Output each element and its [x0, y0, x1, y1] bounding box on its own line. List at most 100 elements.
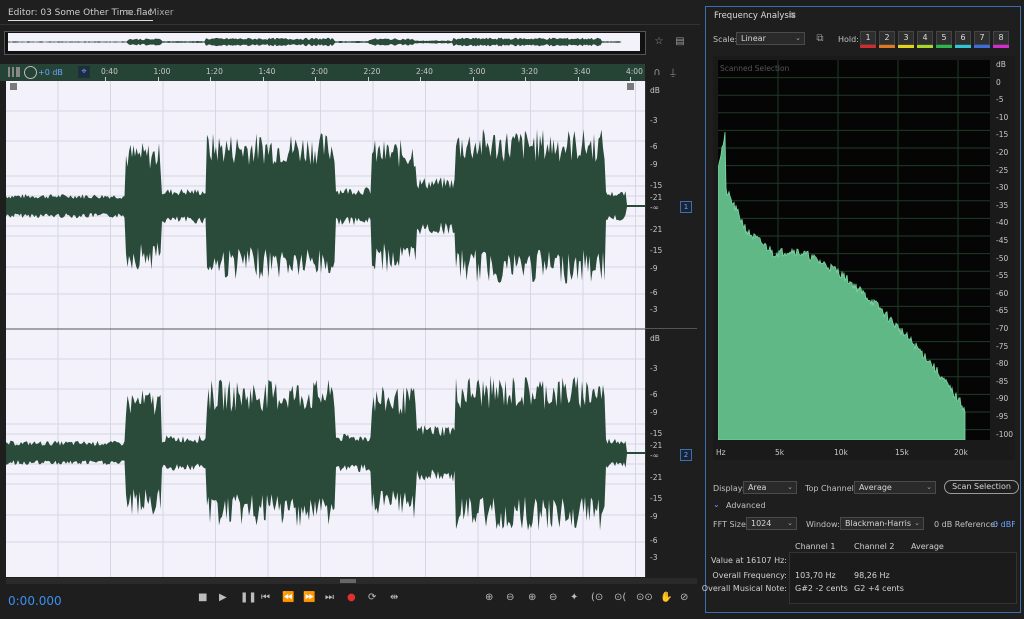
zoom-out-time-icon[interactable]: ⊖: [549, 592, 557, 603]
spectrum-y-label: -60: [996, 288, 1009, 298]
info-table-header: Channel 2: [854, 542, 895, 551]
fft-size-dropdown[interactable]: 1024 ⌄: [746, 517, 797, 530]
db-label: -3: [650, 116, 658, 125]
zoom-in-time-icon[interactable]: ⊕: [528, 592, 536, 603]
db-label: -15: [650, 246, 663, 255]
fade-out-handle: [627, 83, 634, 90]
timeline-tick-mark: [105, 77, 106, 81]
info-table-header: Average: [911, 542, 944, 551]
headphones-icon[interactable]: ∩: [651, 66, 663, 78]
display-dropdown[interactable]: Area ⌄: [743, 481, 797, 494]
window-dropdown[interactable]: Blackman-Harris ⌄: [840, 517, 924, 530]
scan-selection-button[interactable]: Scan Selection: [944, 480, 1019, 494]
scanned-selection-label: Scanned Selection: [720, 64, 790, 73]
db-label: -3: [650, 305, 658, 314]
zoom-out-amplitude-icon[interactable]: ⊖: [506, 592, 514, 603]
gain-value[interactable]: +0 dB: [38, 68, 63, 77]
hold-color-swatch: [879, 45, 895, 48]
copy-graph-icon[interactable]: ⧉: [814, 32, 826, 44]
timeline-tick-label: 3:40: [573, 67, 591, 76]
overview-menu-icon[interactable]: ▤: [672, 33, 688, 49]
hold-button-5[interactable]: 5: [936, 31, 952, 48]
play-button[interactable]: ▶: [219, 592, 227, 603]
hold-color-swatch: [898, 45, 914, 48]
hold-button-3[interactable]: 3: [898, 31, 914, 48]
db-label: -6: [650, 142, 658, 151]
timeline-tick-mark: [210, 77, 211, 81]
spectrum-x-label: 20k: [954, 448, 968, 457]
waveform-canvas[interactable]: [6, 81, 645, 577]
move-to-previous-button[interactable]: ⏮: [261, 592, 270, 603]
info-table-cell: 98,26 Hz: [854, 571, 890, 580]
spectrum-y-label: -50: [996, 253, 1009, 263]
fast-forward-button[interactable]: ⏩: [303, 592, 315, 603]
hold-button-4[interactable]: 4: [917, 31, 933, 48]
spectrum-y-label: -70: [996, 324, 1009, 333]
advanced-toggle[interactable]: Advanced: [726, 501, 766, 510]
loop-button[interactable]: ⟳: [368, 592, 376, 603]
rewind-button[interactable]: ⏪: [282, 592, 294, 603]
db-label: -9: [650, 264, 658, 273]
db-reference-value[interactable]: 0 dBFS: [993, 520, 1015, 529]
spectrum-y-label: -30: [996, 183, 1009, 193]
timeline-tick-label: 3:20: [521, 67, 538, 76]
hold-button-label: 2: [884, 33, 890, 42]
db-label: -6: [650, 390, 658, 399]
scrollbar-grip[interactable]: [340, 579, 356, 583]
channel-2-badge[interactable]: 2: [680, 449, 692, 461]
hold-button-6[interactable]: 6: [955, 31, 971, 48]
spectrum-plot[interactable]: [718, 60, 990, 440]
timeline-tick-label: 1:40: [258, 67, 276, 76]
time-display: 0:00.000: [8, 594, 62, 608]
channel-1-badge[interactable]: 1: [680, 201, 692, 213]
move-to-next-button[interactable]: ⏭: [325, 592, 334, 603]
hold-button-7[interactable]: 7: [974, 31, 990, 48]
zoom-reset-icon[interactable]: ⊘: [680, 592, 688, 603]
hold-button-2[interactable]: 2: [879, 31, 895, 48]
zoom-full-icon[interactable]: ✦: [570, 592, 578, 603]
pause-button[interactable]: ❚❚: [240, 592, 257, 603]
gain-knob-icon[interactable]: [24, 66, 37, 79]
stop-button[interactable]: ■: [198, 592, 207, 603]
spectrum-y-label: -75: [996, 341, 1009, 351]
info-table-header: Channel 1: [795, 542, 836, 551]
db-reference-label: 0 dB Reference:: [934, 520, 998, 529]
scale-dropdown[interactable]: Linear ⌄: [736, 32, 805, 45]
db-label: -21: [650, 441, 663, 450]
zoom-selection-out-icon[interactable]: ⊙(: [614, 592, 626, 603]
record-button[interactable]: ●: [347, 592, 356, 603]
editor-tab-menu-icon[interactable]: ≡: [126, 8, 134, 18]
info-table-row-label: Overall Frequency:: [712, 571, 787, 580]
hold-button-1[interactable]: 1: [860, 31, 876, 48]
timeline-tick-label: 1:00: [153, 67, 171, 76]
hold-color-swatch: [955, 45, 971, 48]
zoom-in-amplitude-icon[interactable]: ⊕: [485, 592, 493, 603]
db-label: -3: [650, 553, 658, 562]
pin-icon[interactable]: ⍊: [668, 66, 678, 78]
advanced-chevron-icon[interactable]: ⌄: [713, 500, 720, 509]
zoom-selection-icon[interactable]: ⊙⊙: [636, 592, 653, 603]
spectrum-x-label: 15k: [895, 448, 909, 457]
timeline-tick-label: 0:40: [101, 67, 118, 76]
db-label: -6: [650, 536, 658, 545]
top-channel-dropdown[interactable]: Average ⌄: [854, 481, 936, 494]
zoom-out-full-icon[interactable]: ☆: [651, 33, 667, 49]
spectrum-y-label: -10: [996, 112, 1009, 122]
spectrum-y-label: -5: [996, 95, 1004, 105]
waveform-channel-2: [6, 375, 645, 531]
skip-button[interactable]: ⇹: [390, 592, 398, 603]
spectrum-x-label: Hz: [716, 448, 726, 457]
snap-icon[interactable]: ⌖: [78, 66, 90, 78]
zoom-selection-in-icon[interactable]: (⊙: [591, 592, 603, 603]
hold-button-8[interactable]: 8: [993, 31, 1009, 48]
spectrum-y-label: -95: [996, 412, 1009, 421]
hold-color-swatch: [860, 45, 876, 48]
display-label: Display:: [713, 484, 745, 493]
hold-button-label: 1: [865, 33, 871, 42]
zoom-hand-icon[interactable]: ✋: [660, 592, 672, 603]
spectrum-y-label: 0: [996, 77, 1001, 87]
db-label: -3: [650, 364, 658, 373]
mixer-tab[interactable]: Mixer: [149, 8, 174, 18]
panel-menu-icon[interactable]: ≡: [788, 10, 796, 21]
waveform-channel-1: [6, 128, 645, 284]
